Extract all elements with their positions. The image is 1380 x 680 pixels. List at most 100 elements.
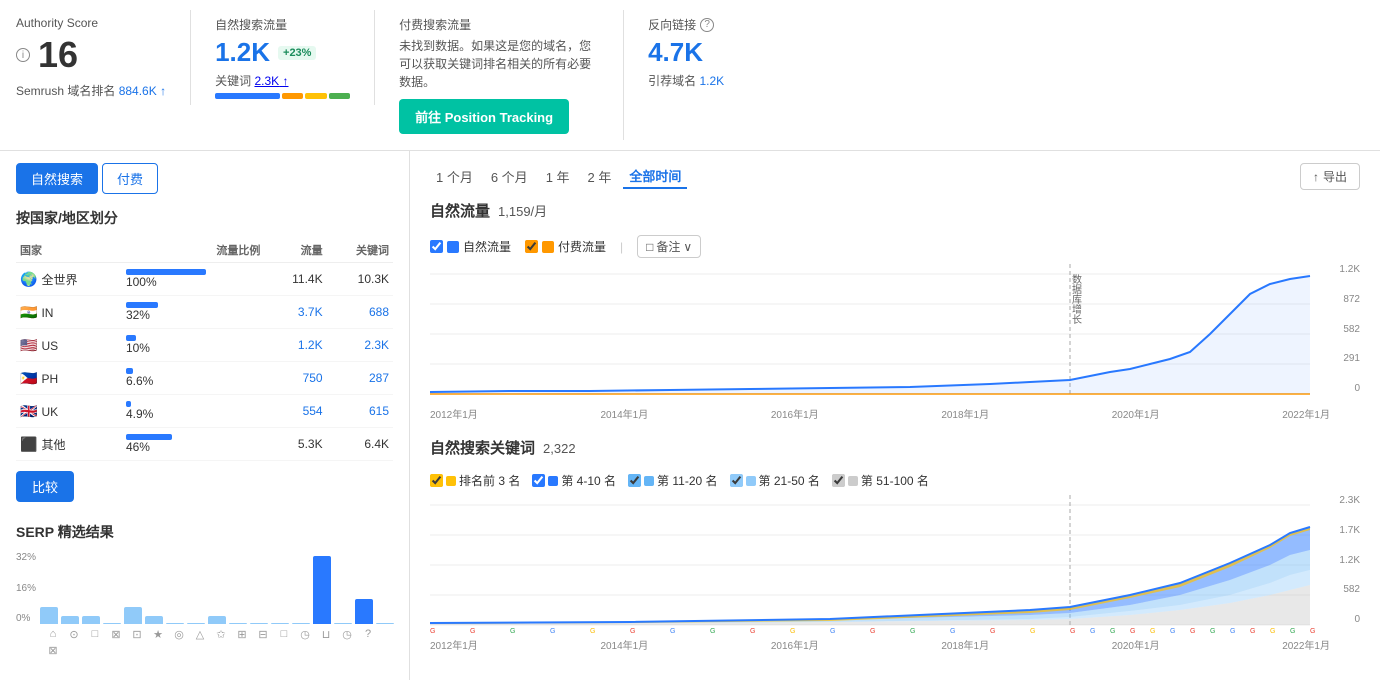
serp-icon: ⊠ [107,628,125,641]
keywords-value[interactable]: 2.3K [327,329,393,362]
table-row: 🇬🇧UK 4.9% 554 615 [16,395,393,428]
svg-text:G: G [1230,628,1235,635]
time-btn-0[interactable]: 1 个月 [430,164,479,189]
traffic-bar-cell: 6.6% [122,362,264,395]
serp-icon: ⊔ [317,628,335,641]
referral-domains: 引荐域名 1.2K [648,72,784,89]
svg-text:G: G [1190,628,1195,635]
traffic-value: 5.3K [264,428,326,461]
legend-paid-dot [542,241,554,253]
organic-traffic-block: 自然搜索流量 1.2K +23% 关键词 2.3K ↑ [215,10,375,105]
notes-button[interactable]: □ 备注 ∨ [637,235,701,258]
serp-icons: ⌂⊙□⊠⊡★◎△✩⊞⊟□◷⊔◷?⊠ [44,628,393,657]
traffic-value[interactable]: 554 [264,395,326,428]
serp-icon: □ [86,628,104,641]
legend-organic-check[interactable] [430,240,443,253]
svg-text:G: G [870,628,875,635]
annotation-text: 数据库增长 [1070,273,1082,324]
serp-bar [103,623,121,624]
traffic-value[interactable]: 750 [264,362,326,395]
keywords-value[interactable]: 688 [327,296,393,329]
serp-bar [61,616,79,625]
organic-badge: +23% [278,46,316,60]
serp-bar [271,623,289,624]
authority-value: 16 [38,34,78,76]
svg-text:G: G [1210,628,1215,635]
notes-icon: □ [646,240,653,254]
serp-icon: ⊙ [65,628,83,641]
keyword-legend: 排名前 3 名第 4-10 名第 11-20 名第 21-50 名第 51-10… [430,472,1360,489]
compare-button[interactable]: 比较 [16,471,74,502]
serp-bar [292,623,310,624]
keywords-chart-svg: G G G G G G G G G G G G G G G G G [430,495,1350,635]
svg-text:G: G [1110,628,1115,635]
country-section-title: 按国家/地区划分 [16,208,393,228]
svg-text:G: G [1270,628,1275,635]
pb-orange [282,93,304,99]
svg-text:G: G [830,628,835,635]
kw-legend-item[interactable]: 排名前 3 名 [430,472,520,489]
semrush-rank-link[interactable]: 884.6K ↑ [119,84,166,98]
backlinks-value: 4.7K [648,37,784,68]
kw-legend-item[interactable]: 第 21-50 名 [730,472,820,489]
keywords-value[interactable]: 287 [327,362,393,395]
keywords-chart-section: 自然搜索关键词 2,322 排名前 3 名第 4-10 名第 11-20 名第 … [430,437,1360,652]
table-row: 🇺🇸US 10% 1.2K 2.3K [16,329,393,362]
time-btn-4[interactable]: 全部时间 [623,164,687,189]
traffic-value: 11.4K [264,263,326,296]
table-row: 🇵🇭PH 6.6% 750 287 [16,362,393,395]
backlinks-info-icon[interactable]: ? [700,18,714,32]
pb-yellow [305,93,327,99]
serp-bar [355,599,373,625]
referral-domains-link[interactable]: 1.2K [699,74,724,88]
organic-chart-title: 自然流量 [430,200,490,221]
serp-section: SERP 精选结果 32% 16% 0% ⌂⊙□⊠⊡★◎△✩⊞⊟□◷⊔◷?⊠ [16,522,393,657]
svg-text:G: G [1250,628,1255,635]
serp-icon: ⊠ [44,644,62,657]
tab-organic[interactable]: 自然搜索 [16,163,98,194]
serp-title: SERP 精选结果 [16,522,393,542]
time-btn-3[interactable]: 2 年 [582,164,618,189]
x-label: 2012年1月 [430,406,478,421]
tab-paid[interactable]: 付费 [102,163,158,194]
legend-organic[interactable]: 自然流量 [430,238,511,255]
paid-traffic-label: 付费搜索流量 [399,16,599,33]
serp-bar [250,623,268,624]
export-button[interactable]: ↑ 导出 [1300,163,1360,190]
time-btn-2[interactable]: 1 年 [540,164,576,189]
svg-text:G: G [1290,628,1295,635]
traffic-value[interactable]: 3.7K [264,296,326,329]
position-tracking-btn[interactable]: 前往 Position Tracking [399,99,569,134]
organic-keywords-link[interactable]: 2.3K ↑ [254,74,288,88]
legend-paid-check[interactable] [525,240,538,253]
time-btn-1[interactable]: 6 个月 [485,164,534,189]
svg-text:G: G [590,628,595,635]
organic-chart-svg: 数据库增长 [430,264,1350,404]
kw-legend-item[interactable]: 第 4-10 名 [532,472,616,489]
semrush-rank: Semrush 域名排名 884.6K ↑ [16,82,166,99]
svg-text:G: G [670,628,675,635]
organic-y-labels: 1.2K 872 582 291 0 [1339,264,1360,394]
traffic-bar-cell: 10% [122,329,264,362]
col-keywords: 关键词 [327,238,393,263]
traffic-bar-cell: 32% [122,296,264,329]
keywords-y-labels: 2.3K 1.7K 1.2K 582 0 [1339,495,1360,625]
svg-text:G: G [750,628,755,635]
kw-legend-item[interactable]: 第 11-20 名 [628,472,717,489]
svg-text:G: G [1090,628,1095,635]
svg-text:G: G [1030,628,1035,635]
serp-y-16: 16% [16,583,36,594]
country-table: 国家 流量比例 流量 关键词 🌍全世界 100% 11.4K 10.3K 🇮🇳I… [16,238,393,461]
svg-text:G: G [1130,628,1135,635]
serp-y-0: 0% [16,613,36,624]
tab-row: 自然搜索 付费 [16,163,393,194]
kw-legend-item[interactable]: 第 51-100 名 [832,472,929,489]
traffic-value[interactable]: 1.2K [264,329,326,362]
legend-paid[interactable]: 付费流量 [525,238,606,255]
country-name: 🌍全世界 [16,263,122,296]
traffic-bar-cell: 100% [122,263,264,296]
keywords-value[interactable]: 615 [327,395,393,428]
export-icon: ↑ [1313,170,1319,184]
authority-info-icon[interactable]: i [16,48,30,62]
serp-bar [376,623,394,624]
